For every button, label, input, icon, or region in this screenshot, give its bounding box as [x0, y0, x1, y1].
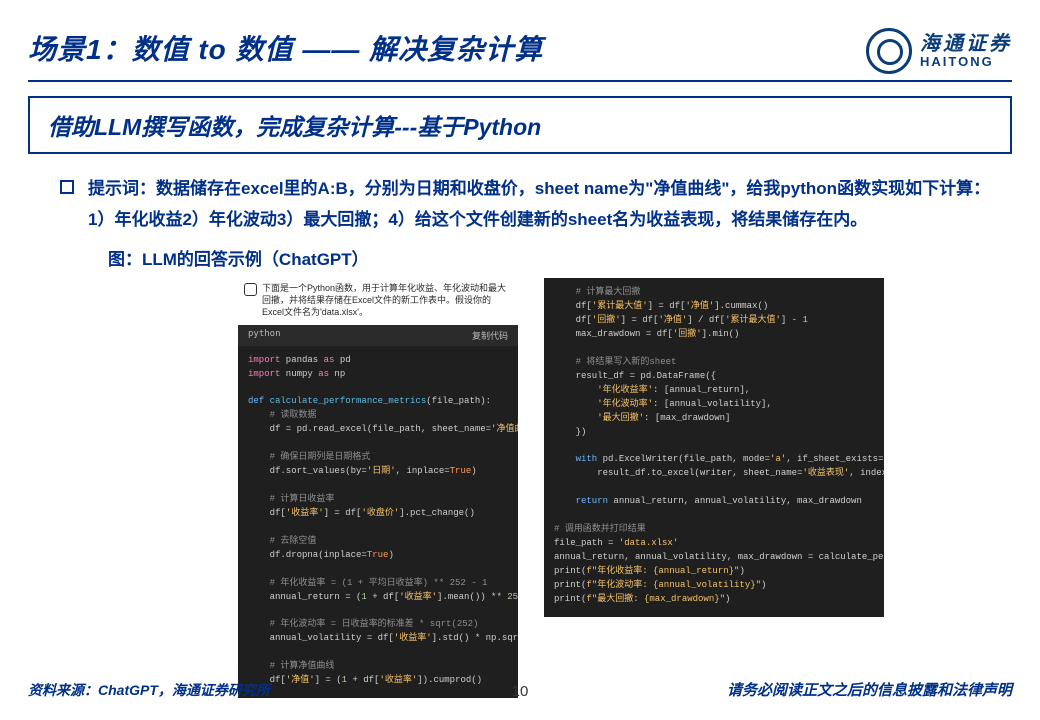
header-divider [28, 80, 1012, 82]
chat-left-panel: 下面是一个Python函数，用于计算年化收益、年化波动和最大回撤，并将结果存储在… [238, 278, 518, 698]
bullet-marker-icon [60, 180, 74, 194]
logo-cn: 海通证券 [920, 34, 1012, 55]
code-lang-label: python [248, 329, 281, 342]
page-number: 10 [512, 683, 529, 700]
figure-caption: 图：LLM的回答示例（ChatGPT） [28, 245, 1012, 270]
chat-intro-text: 下面是一个Python函数，用于计算年化收益、年化波动和最大回撤，并将结果存储在… [238, 278, 518, 324]
logo-en: HAITONG [920, 55, 1012, 69]
subtitle-text: 借助LLM撰写函数，完成复杂计算---基于Python [48, 108, 992, 142]
footer-disclaimer: 请务必阅读正文之后的信息披露和法律声明 [727, 679, 1012, 700]
code-block-left: import pandas as pd import numpy as np d… [238, 346, 518, 699]
slide-footer: 资料来源：ChatGPT，海通证券研究所 10 请务必阅读正文之后的信息披露和法… [28, 679, 1012, 700]
presentation-slide: 场景1：数值 to 数值 —— 解决复杂计算 海通证券 HAITONG 借助LL… [0, 0, 1040, 720]
subtitle-box: 借助LLM撰写函数，完成复杂计算---基于Python [28, 96, 1012, 154]
bullet-block: 提示词：数据储存在excel里的A:B，分别为日期和收盘价，sheet name… [28, 174, 1012, 235]
code-header-left: python 复制代码 [238, 325, 518, 346]
code-block-right: # 计算最大回撤 df['累计最大值'] = df['净值'].cummax()… [544, 278, 884, 617]
chat-right-panel: # 计算最大回撤 df['累计最大值'] = df['净值'].cummax()… [544, 278, 884, 698]
code-row: 下面是一个Python函数，用于计算年化收益、年化波动和最大回撤，并将结果存储在… [28, 278, 1012, 698]
header-row: 场景1：数值 to 数值 —— 解决复杂计算 海通证券 HAITONG [28, 28, 1012, 74]
company-logo: 海通证券 HAITONG [866, 28, 1012, 74]
bullet-text: 提示词：数据储存在excel里的A:B，分别为日期和收盘价，sheet name… [88, 174, 994, 235]
copy-code-button[interactable]: 复制代码 [472, 329, 508, 342]
slide-title: 场景1：数值 to 数值 —— 解决复杂计算 [28, 28, 543, 68]
footer-source: 资料来源：ChatGPT，海通证券研究所 [28, 680, 270, 700]
logo-icon [866, 28, 912, 74]
logo-text: 海通证券 HAITONG [920, 34, 1012, 69]
